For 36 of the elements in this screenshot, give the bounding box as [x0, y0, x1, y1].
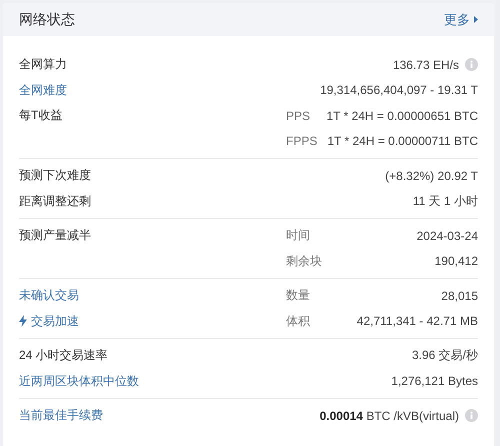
stat-label: 预测产量减半	[19, 227, 91, 244]
stat-value: 42,711,341 - 42.71 MB	[356, 314, 478, 328]
sub-label: 剩余块	[286, 252, 322, 270]
stat-label: 全网算力	[19, 56, 67, 74]
stat-label: 距离调整还剩	[19, 192, 91, 210]
stat-value: 136.73 EH/s	[392, 58, 459, 72]
sub-label: 时间	[286, 227, 310, 244]
info-icon[interactable]	[465, 58, 478, 72]
card-title: 网络状态	[19, 10, 75, 28]
stat-link[interactable]: 当前最佳手续费	[19, 407, 103, 424]
stat-link[interactable]: 近两周区块体积中位数	[19, 372, 139, 390]
stat-value: 1,276,121 Bytes	[391, 374, 478, 388]
stat-label: 24 小时交易速率	[19, 347, 108, 364]
stat-value: (+8.32%) 20.92 T	[385, 168, 478, 183]
stat-value: 19,314,656,404,097 - 19.31 T	[320, 83, 478, 98]
stat-value: 190,412	[434, 254, 478, 268]
sub-label: 体积	[286, 312, 310, 330]
lightning-icon	[19, 315, 27, 328]
sub-label: PPS	[286, 108, 310, 123]
stat-value: 1T * 24H = 0.00000711 BTC	[327, 134, 478, 148]
sub-label: FPPS	[286, 134, 318, 148]
stat-value: 3.96 交易/秒	[412, 347, 478, 364]
stat-value: 11 天 1 小时	[412, 192, 478, 210]
stat-label: 预测下次难度	[19, 167, 91, 184]
caret-icon	[474, 16, 478, 23]
stat-link[interactable]: 未确认交易	[19, 287, 79, 304]
sub-label: 数量	[286, 287, 310, 304]
stat-link[interactable]: 全网难度	[19, 82, 67, 99]
more-link[interactable]: 更多	[444, 10, 478, 28]
stat-value: 28,015	[441, 288, 478, 303]
stat-label: 每T收益	[19, 107, 62, 124]
stat-value: 0.00014 BTC /kVB(virtual)	[320, 408, 459, 423]
stat-value: 2024-03-24	[416, 228, 478, 243]
stat-value: 1T * 24H = 0.00000651 BTC	[326, 108, 478, 123]
info-icon[interactable]	[465, 409, 478, 422]
stat-link[interactable]: 交易加速	[31, 312, 79, 330]
